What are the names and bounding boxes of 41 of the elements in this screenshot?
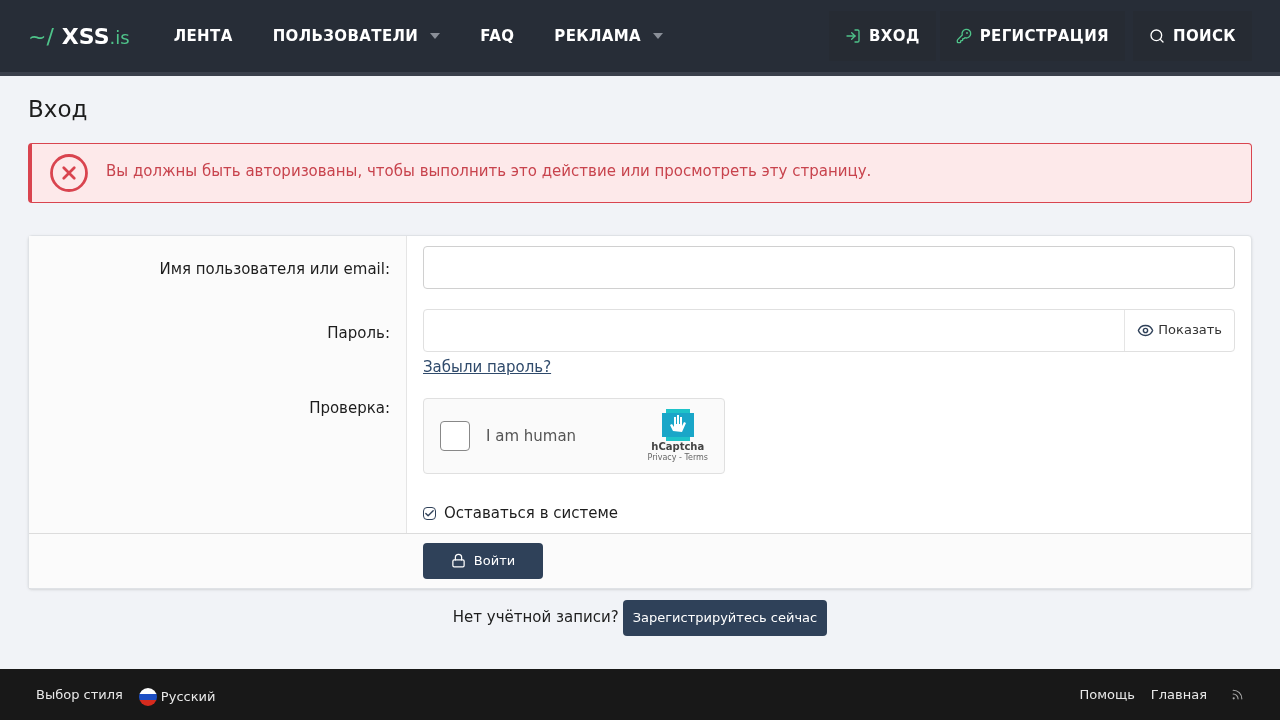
forgot-password-link[interactable]: Забыли пароль? [423,355,552,378]
checkbox-label: Оставаться в системе [444,503,618,524]
register-now-button[interactable]: Зарегистрируйтесь сейчас [622,599,828,636]
register-prompt: Нет учётной записи? [452,607,619,629]
site-logo[interactable]: ~/ XSS.is [28,19,130,53]
lock-icon [450,553,466,568]
header-action-button[interactable]: ПОИСК [1133,11,1252,61]
caret-icon [653,33,663,39]
page-title: Вход [28,95,89,124]
captcha-text: I am human [486,425,577,447]
search-icon [1149,28,1165,44]
username-input-field[interactable] [423,245,1235,289]
alert-message: Вы должны быть авторизованы, чтобы выполнить это действие или просмотреть эту страницу. [106,160,872,182]
style-chooser-link[interactable]: Выбор стиля [36,684,123,705]
field-label: Пароль: [327,323,390,344]
field-label: Имя пользователя или email: [159,258,390,280]
login-submit-button[interactable]: Войти [423,542,543,579]
footer-link[interactable]: Главная [1150,684,1207,705]
header-action-button[interactable]: РЕГИСТРАЦИЯ [939,11,1125,61]
remember-checkbox[interactable] [423,506,436,520]
show-password-button[interactable]: Показать [1124,309,1234,351]
field-label: Проверка: [309,397,390,419]
password-input-field[interactable]: Показать [423,308,1235,352]
header-action-button[interactable]: ВХОД [829,11,936,61]
nav-tab[interactable]: ЛЕНТА [153,24,253,48]
captcha-brand: hCaptcha [651,440,705,453]
caret-icon [430,33,441,39]
sign-in-icon [845,28,862,44]
error-icon [48,151,90,194]
check-icon [424,507,435,519]
nav-tab[interactable]: ПОЛЬЗОВАТЕЛИ [252,24,461,48]
captcha-checkbox[interactable] [440,421,470,451]
language-link[interactable]: Русский [138,686,216,707]
russian-flag-icon [138,687,157,706]
nav-tab[interactable]: РЕКЛАМА [534,24,683,48]
nav-tab[interactable]: FAQ [460,24,535,48]
key-icon [955,28,972,44]
rss-icon[interactable] [1231,688,1244,701]
captcha-links: Privacy - Terms [647,453,708,464]
footer-link[interactable]: Помощь [1079,684,1135,705]
hand-logo-icon [661,408,694,441]
